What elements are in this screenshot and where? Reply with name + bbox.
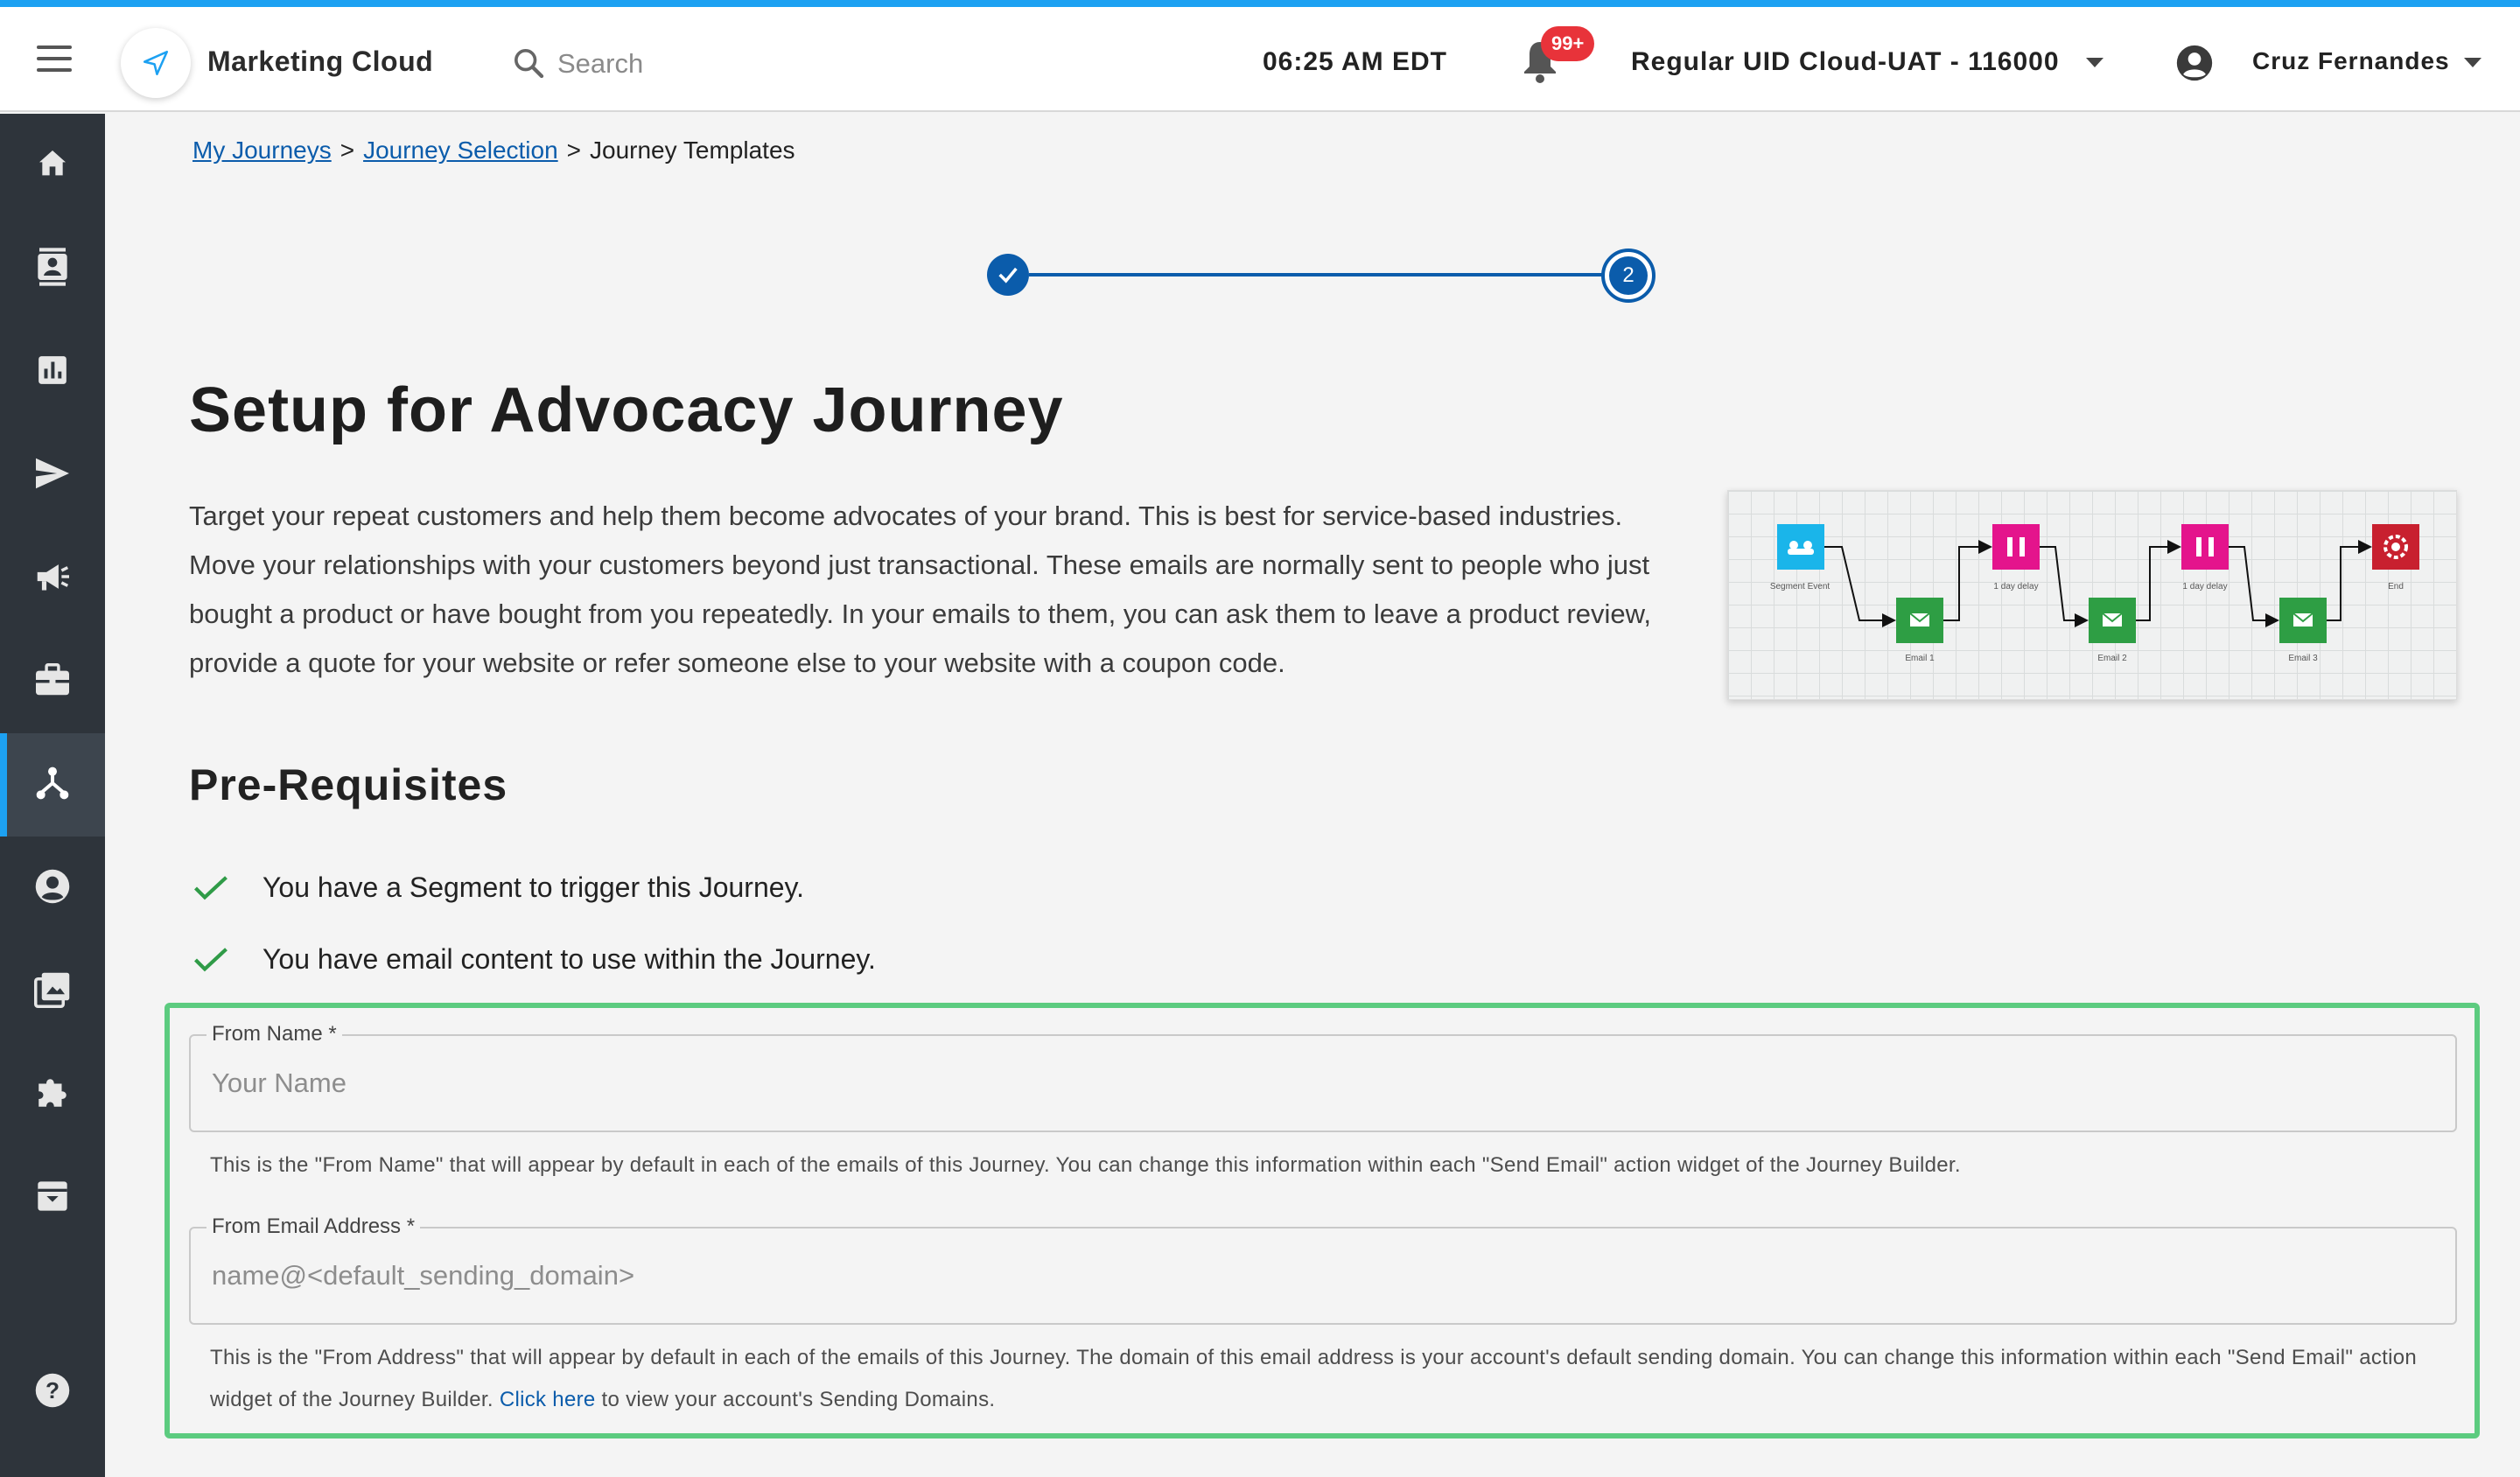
from-email-help-tail: to view your account's Sending Domains. xyxy=(601,1388,996,1411)
sending-domains-link[interactable]: Click here xyxy=(500,1388,596,1411)
diagram-node-email-3 xyxy=(2279,598,2327,643)
prerequisite-item: You have email content to use within the… xyxy=(192,943,876,976)
checkmark-icon xyxy=(192,946,242,974)
from-email-help-text: This is the "From Address" that will app… xyxy=(210,1337,2450,1421)
account-dropdown-caret-icon[interactable] xyxy=(2086,58,2104,67)
sidebar-item-analytics[interactable] xyxy=(0,320,105,424)
journey-icon xyxy=(35,766,70,805)
breadcrumb-link-my-journeys[interactable]: My Journeys xyxy=(192,136,332,164)
diagram-label: Email 1 xyxy=(1905,654,1935,663)
diagram-node-segment-event xyxy=(1777,524,1824,570)
app-logo-icon[interactable] xyxy=(121,28,191,98)
sidebar-item-account[interactable] xyxy=(0,836,105,940)
diagram-node-end xyxy=(2372,524,2419,570)
puzzle-icon xyxy=(34,1074,71,1116)
user-menu[interactable]: Cruz Fernandes xyxy=(2252,47,2450,75)
briefcase-icon xyxy=(34,662,71,701)
sidebar-item-help[interactable]: ? xyxy=(0,1340,105,1444)
sidebar-item-home[interactable] xyxy=(0,114,105,217)
sidebar-item-archive[interactable] xyxy=(0,1146,105,1250)
page-description: Target your repeat customers and help th… xyxy=(189,500,1651,678)
diagram-label: 1 day delay xyxy=(2182,582,2227,592)
search-icon[interactable] xyxy=(511,46,546,85)
diagram-label: Email 2 xyxy=(2097,654,2127,663)
step-2-number: 2 xyxy=(1609,256,1648,295)
sidebar-item-journeys[interactable] xyxy=(0,733,105,836)
from-email-label: From Email Address * xyxy=(206,1214,421,1239)
top-accent-strip xyxy=(0,0,2520,7)
sidebar-item-images[interactable] xyxy=(0,940,105,1043)
diagram-label: 1 day delay xyxy=(1993,582,2038,592)
prerequisite-text: You have a Segment to trigger this Journ… xyxy=(262,872,805,903)
from-email-input[interactable]: name@<default_sending_domain> xyxy=(212,1260,634,1292)
diagram-label: End xyxy=(2388,582,2404,592)
user-dropdown-caret-icon[interactable] xyxy=(2464,58,2482,67)
top-bar: Marketing Cloud Search 06:25 AM EDT 99+ … xyxy=(0,7,2520,112)
sidebar: ? xyxy=(0,114,105,1477)
images-icon xyxy=(34,971,71,1012)
campaign-icon xyxy=(34,560,71,598)
breadcrumb-current: Journey Templates xyxy=(590,136,795,164)
step-1-complete[interactable] xyxy=(987,254,1029,296)
stepper-line xyxy=(1029,273,1605,276)
from-name-field[interactable]: From Name * Your Name xyxy=(189,1022,2457,1132)
account-selector[interactable]: Regular UID Cloud-UAT - 116000 xyxy=(1631,47,2060,77)
sidebar-item-briefcase[interactable] xyxy=(0,630,105,733)
from-name-help-text: This is the "From Name" that will appear… xyxy=(210,1153,1961,1177)
diagram-label: Segment Event xyxy=(1770,582,1830,592)
journey-diagram-preview[interactable]: Segment Event Email 1 1 day delay Email … xyxy=(1727,490,2457,700)
svg-text:?: ? xyxy=(46,1376,60,1403)
prerequisite-text: You have email content to use within the… xyxy=(262,943,876,975)
help-icon: ? xyxy=(34,1372,71,1413)
from-name-input[interactable]: Your Name xyxy=(212,1068,346,1099)
app-title: Marketing Cloud xyxy=(207,46,434,77)
hamburger-menu-icon[interactable] xyxy=(37,46,72,72)
diagram-node-email-2 xyxy=(2089,598,2136,643)
breadcrumb-separator: > xyxy=(566,136,582,164)
checkmark-icon xyxy=(192,874,242,902)
diagram-node-delay-1 xyxy=(1992,524,2040,570)
diagram-node-email-1 xyxy=(1896,598,1943,643)
prerequisites-heading: Pre-Requisites xyxy=(189,760,508,809)
step-2-current[interactable]: 2 xyxy=(1601,248,1656,303)
search-input[interactable]: Search xyxy=(557,48,643,80)
sidebar-item-contacts[interactable] xyxy=(0,217,105,320)
checkmark-icon xyxy=(998,267,1018,284)
send-icon xyxy=(34,457,71,494)
prerequisite-item: You have a Segment to trigger this Journ… xyxy=(192,872,804,904)
home-icon xyxy=(35,146,70,186)
breadcrumb-separator: > xyxy=(340,136,355,164)
sidebar-item-integrations[interactable] xyxy=(0,1043,105,1146)
archive-icon xyxy=(35,1179,70,1218)
sidebar-item-campaigns[interactable] xyxy=(0,527,105,630)
breadcrumb-link-journey-selection[interactable]: Journey Selection xyxy=(363,136,558,164)
page-title: Setup for Advocacy Journey xyxy=(189,375,1064,445)
sidebar-item-send[interactable] xyxy=(0,424,105,527)
diagram-node-delay-2 xyxy=(2181,524,2229,570)
breadcrumb: My Journeys > Journey Selection > Journey Te… xyxy=(192,136,795,164)
from-name-label: From Name * xyxy=(206,1022,342,1046)
analytics-icon xyxy=(36,354,69,391)
account-icon xyxy=(34,868,71,909)
from-email-field[interactable]: From Email Address * name@<default_sendi… xyxy=(189,1214,2457,1325)
diagram-label: Email 3 xyxy=(2288,654,2318,663)
clock-display: 06:25 AM EDT xyxy=(1263,47,1447,76)
user-avatar-icon[interactable] xyxy=(2175,44,2214,87)
notification-badge: 99+ xyxy=(1541,26,1595,61)
contacts-icon xyxy=(35,247,70,290)
